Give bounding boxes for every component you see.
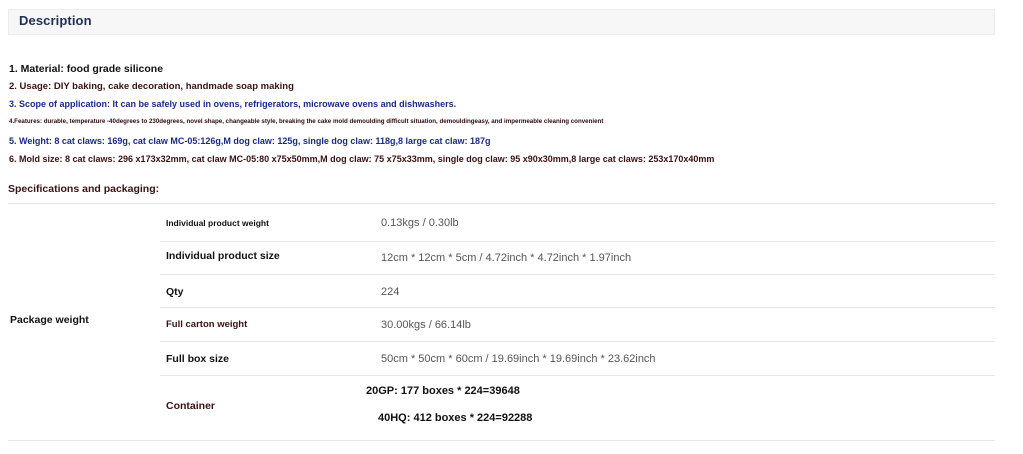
spec-row-value: 0.13kgs / 0.30lb xyxy=(381,217,459,229)
divider xyxy=(8,203,995,204)
spec-row-value: 50cm * 50cm * 60cm / 19.69inch * 19.69in… xyxy=(381,353,656,365)
divider xyxy=(160,341,995,342)
divider xyxy=(160,274,995,275)
container-value-20gp: 20GP: 177 boxes * 224=39648 xyxy=(366,385,520,397)
divider xyxy=(8,440,995,441)
spec-row-value: 12cm * 12cm * 5cm / 4.72inch * 4.72inch … xyxy=(381,252,632,264)
feature-line-weight: 5. Weight: 8 cat claws: 169g, cat claw M… xyxy=(9,136,491,146)
spec-row-label: Individual product weight xyxy=(166,218,269,228)
feature-line-scope: 3. Scope of application: It can be safel… xyxy=(9,99,457,109)
spec-row-label: Qty xyxy=(166,286,184,298)
divider xyxy=(160,375,995,376)
divider xyxy=(160,307,995,308)
specs-heading: Specifications and packaging: xyxy=(8,183,160,195)
container-label: Container xyxy=(166,400,216,412)
spec-row-label: Full carton weight xyxy=(166,319,248,330)
package-weight-label: Package weight xyxy=(10,314,89,326)
feature-line-mold-size: 6. Mold size: 8 cat claws: 296 x173x32mm… xyxy=(9,154,715,164)
feature-line-features: 4.Features: durable, temperature -40degr… xyxy=(9,118,604,125)
spec-row-value: 224 xyxy=(381,286,400,298)
feature-line-usage: 2. Usage: DIY baking, cake decoration, h… xyxy=(9,81,294,92)
feature-line-material: 1. Material: food grade silicone xyxy=(9,63,164,75)
description-header: Description xyxy=(8,9,995,35)
container-value-40hq: 40HQ: 412 boxes * 224=92288 xyxy=(378,412,533,424)
divider xyxy=(160,241,995,242)
spec-row-value: 30.00kgs / 66.14lb xyxy=(381,319,471,331)
spec-row-label: Individual product size xyxy=(166,250,280,262)
spec-row-label: Full box size xyxy=(166,353,230,365)
description-title: Description xyxy=(19,13,92,28)
